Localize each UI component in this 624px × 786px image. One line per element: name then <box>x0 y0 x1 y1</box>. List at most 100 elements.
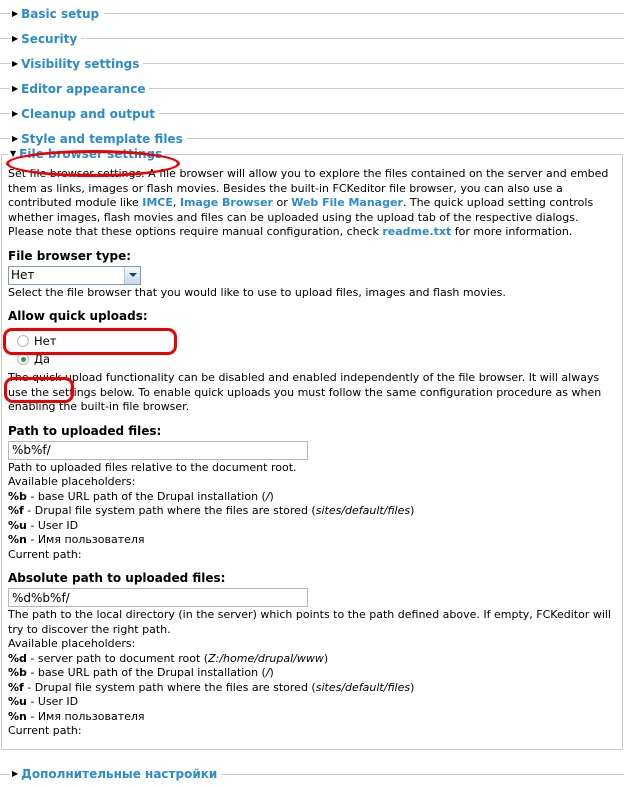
legend-left-dash <box>0 773 10 775</box>
placeholder-code: %f <box>8 504 24 517</box>
legend-rule <box>103 13 624 14</box>
link-readme-txt[interactable]: readme.txt <box>382 225 451 238</box>
path-to-uploaded-files-label: Path to uploaded files: <box>8 423 162 438</box>
fieldset-legend-label: Security <box>21 31 78 46</box>
radio-label-yes: Да <box>34 352 51 366</box>
placeholder-code: %n <box>8 709 27 723</box>
placeholder-tail: ) <box>410 504 415 517</box>
link-imce[interactable]: IMCE <box>142 196 173 209</box>
placeholder-tail: ) <box>269 489 274 503</box>
radio-icon-yes[interactable] <box>17 353 29 365</box>
legend-rule <box>149 88 624 89</box>
fieldset-legend-label: Style and template files <box>21 131 183 146</box>
legend-left-dash <box>0 63 10 64</box>
placeholder-text: - Drupal file system path where the file… <box>23 680 316 694</box>
placeholder-text: - base URL path of the Drupal installati… <box>26 489 266 503</box>
link-image-browser[interactable]: Image Browser <box>180 196 273 209</box>
absolute-path-placeholder-item-2: %f - Drupal file system path where the f… <box>8 681 616 696</box>
file-browser-description: Set file browser settings. A file browse… <box>8 167 616 240</box>
collapsed-fieldset-1[interactable]: ▶ Security <box>0 25 624 50</box>
radio-icon-no[interactable] <box>17 335 29 347</box>
absolute-path-help: The path to the local directory (in the … <box>8 608 616 739</box>
placeholder-text: - base URL path of the Drupal installati… <box>26 666 266 679</box>
fieldset-legend-label: File browser settings <box>19 147 163 161</box>
path-to-uploaded-files-input[interactable] <box>8 440 308 460</box>
allow-quick-uploads-help: The quick upload functionality can be di… <box>8 371 602 413</box>
fieldset-legend-label: Дополнительные настройки <box>21 767 218 781</box>
legend-rule <box>186 138 624 139</box>
placeholder-text: - Имя пользователя <box>26 533 145 546</box>
absolute-path-to-uploaded-files-label: Absolute path to uploaded files: <box>8 571 226 585</box>
path-help-line-2: Available placeholders: <box>8 475 136 488</box>
collapsed-fieldset-bottom-0[interactable]: ▶ Дополнительные настройки <box>0 761 624 786</box>
collapsed-fieldset-0[interactable]: ▶ Basic setup <box>0 0 624 25</box>
placeholder-example: sites/default/files <box>315 504 411 517</box>
path-placeholder-item-2: %u - User ID <box>8 519 616 534</box>
placeholder-tail: ) <box>323 651 329 665</box>
path-placeholder-item-3: %n - Имя пользователя <box>8 533 616 548</box>
description-sep-2: or <box>272 196 292 209</box>
abs-help-line-2: Available placeholders: <box>8 637 136 650</box>
description-part-3: for more information. <box>451 225 573 238</box>
fieldset-file-browser-settings: ▼ File browser settings Set file browser… <box>1 146 623 750</box>
legend-rule <box>143 63 624 64</box>
abs-help-line-1: The path to the local directory (in the … <box>8 608 611 636</box>
absolute-path-placeholder-item-0: %d - server path to document root (Z:/ho… <box>8 652 616 667</box>
radio-option-no[interactable]: Нет <box>8 332 616 350</box>
placeholder-tail: ) <box>410 680 415 694</box>
path-current-path: Current path: <box>8 547 82 561</box>
triangle-right-icon: ▶ <box>12 133 19 143</box>
fieldset-legend-label: Visibility settings <box>21 56 140 71</box>
triangle-right-icon: ▶ <box>12 8 19 18</box>
path-to-uploaded-files-help: Path to uploaded files relative to the d… <box>8 461 616 563</box>
triangle-right-icon: ▶ <box>12 83 19 93</box>
absolute-path-placeholder-list: %d - server path to document root (Z:/ho… <box>8 652 616 725</box>
legend-left-dash <box>0 13 10 14</box>
placeholder-code: %u <box>8 518 27 532</box>
absolute-path-placeholder-item-4: %n - Имя пользователя <box>8 710 616 725</box>
placeholder-text: - Имя пользователя <box>26 709 145 723</box>
file-browser-type-help: Select the file browser that you would l… <box>8 285 506 299</box>
fieldset-legend-file-browser-settings[interactable]: ▼ File browser settings <box>8 146 166 162</box>
placeholder-text: - server path to document root ( <box>26 651 209 665</box>
file-browser-type-select[interactable]: Нет <box>8 265 141 285</box>
triangle-right-icon: ▶ <box>12 769 19 778</box>
collapsed-fieldset-2[interactable]: ▶ Visibility settings <box>0 50 624 75</box>
fieldset-legend-label: Editor appearance <box>21 81 146 96</box>
link-web-file-manager[interactable]: Web File Manager <box>291 196 403 209</box>
legend-left-dash <box>0 88 10 89</box>
file-browser-type-label: File browser type: <box>8 248 132 263</box>
path-help-line-1: Path to uploaded files relative to the d… <box>8 460 297 474</box>
collapsed-fieldset-list-bottom: ▶ Дополнительные настройки <box>0 761 624 786</box>
radio-label-no: Нет <box>34 334 57 348</box>
allow-quick-uploads-label: Allow quick uploads: <box>8 309 148 323</box>
placeholder-text: - User ID <box>26 518 79 532</box>
fieldset-legend-label: Basic setup <box>21 6 100 21</box>
legend-left-dash <box>0 113 10 114</box>
legend-rule <box>221 773 624 775</box>
placeholder-example: Z:/home/drupal/www <box>208 651 324 665</box>
radio-option-yes[interactable]: Да <box>8 350 616 368</box>
collapsed-fieldset-list-top: ▶ Basic setup ▶ Security ▶ Visibility setting… <box>0 0 624 150</box>
absolute-path-to-uploaded-files-input[interactable] <box>8 588 308 607</box>
placeholder-code: %f <box>8 680 24 694</box>
placeholder-example: sites/default/files <box>315 680 411 694</box>
file-browser-type-select-wrapper[interactable]: Нет <box>8 265 141 285</box>
placeholder-code: %b <box>8 666 27 679</box>
placeholder-text: - User ID <box>26 695 79 708</box>
placeholder-text: - Drupal file system path where the file… <box>23 504 316 517</box>
path-placeholder-item-1: %f - Drupal file system path where the f… <box>8 504 616 519</box>
legend-rule <box>81 38 624 39</box>
fieldset-legend-label: Cleanup and output <box>21 106 155 121</box>
placeholder-code: %u <box>8 695 27 708</box>
collapsed-fieldset-4[interactable]: ▶ Cleanup and output <box>0 100 624 125</box>
absolute-path-placeholder-item-3: %u - User ID <box>8 695 616 710</box>
absolute-path-placeholder-item-1: %b - base URL path of the Drupal install… <box>8 666 616 681</box>
collapsed-fieldset-3[interactable]: ▶ Editor appearance <box>0 75 624 100</box>
placeholder-code: %n <box>8 533 27 546</box>
triangle-down-icon: ▼ <box>10 149 17 158</box>
abs-current-path: Current path: <box>8 724 82 737</box>
legend-rule <box>158 113 624 114</box>
path-placeholder-list: %b - base URL path of the Drupal install… <box>8 490 616 548</box>
placeholder-code: %b <box>8 489 27 503</box>
